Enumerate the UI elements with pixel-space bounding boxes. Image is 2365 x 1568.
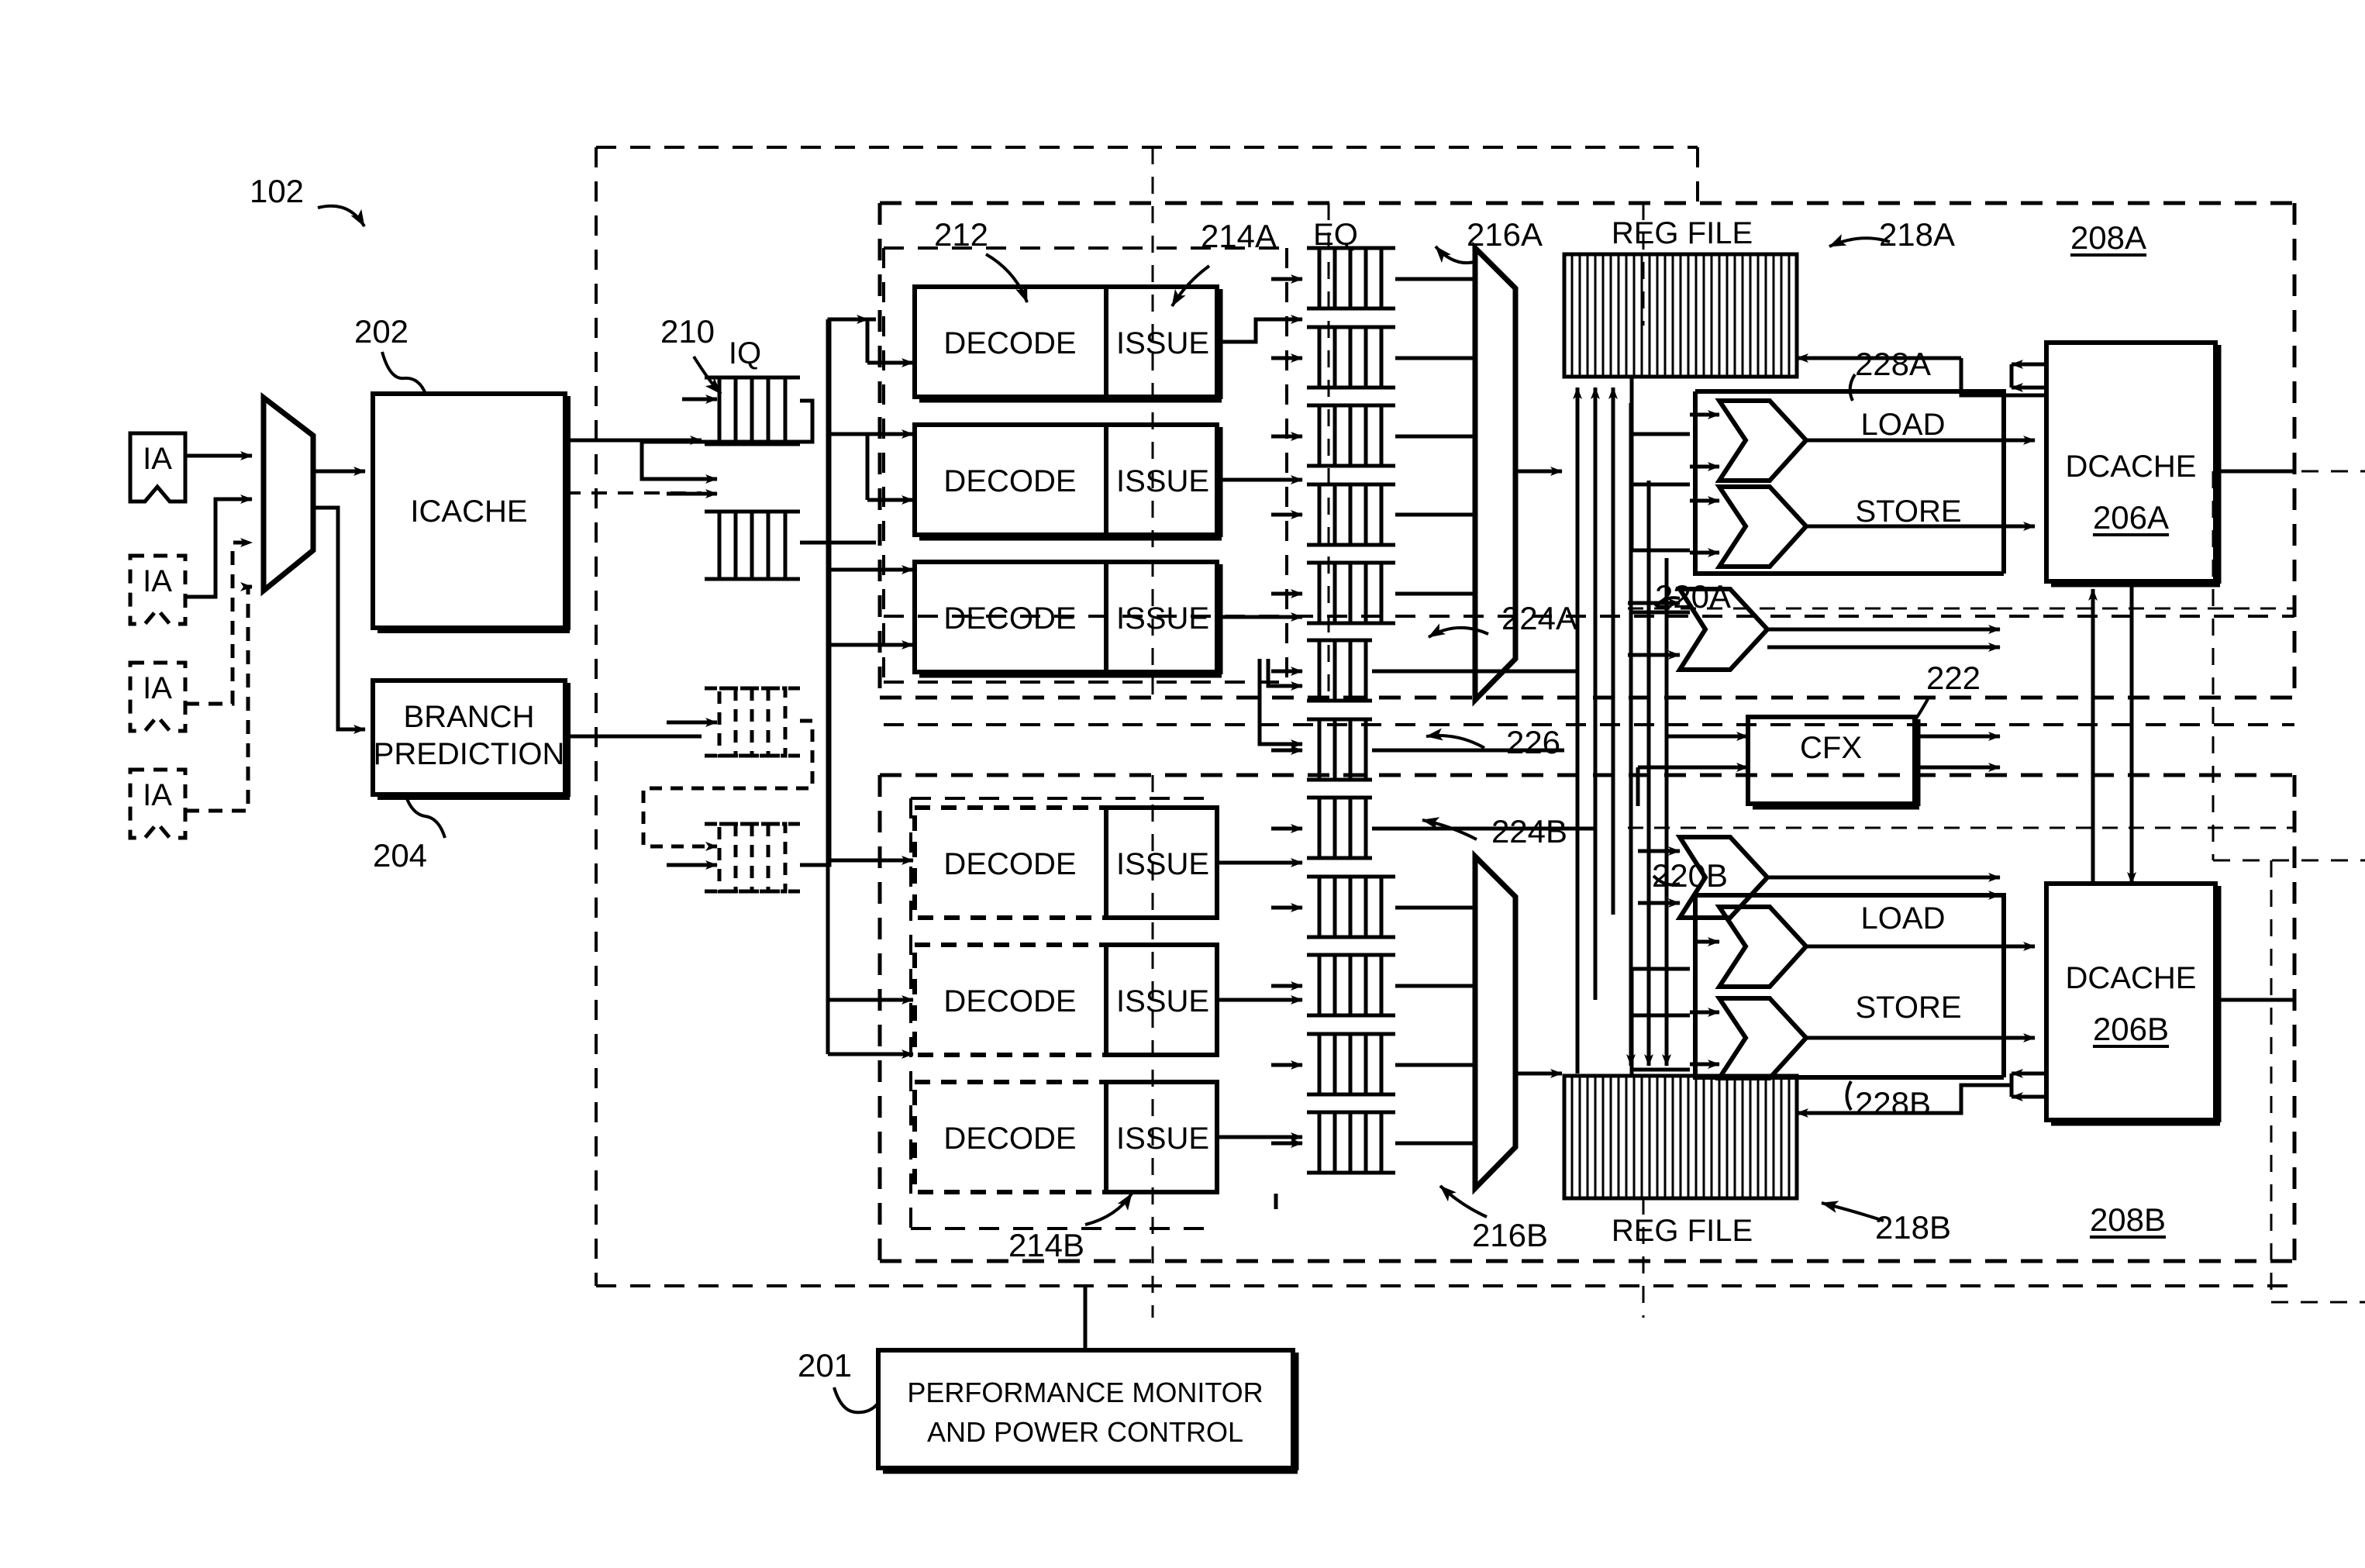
dcache-ref-a: 206A bbox=[2092, 499, 2170, 536]
eq-label: EQ bbox=[1313, 218, 1358, 252]
ref-204: 204 bbox=[372, 837, 428, 874]
load-label-a: LOAD bbox=[1860, 408, 1946, 442]
decode-label-b2: DECODE bbox=[943, 984, 1077, 1018]
issue-label-a3: ISSUE bbox=[1115, 601, 1210, 636]
ref-224A: 224A bbox=[1501, 600, 1578, 636]
patent-figure-canvas: 102 IA IA IA IA 202 ICACHE BRANCH PREDIC… bbox=[0, 0, 2365, 1568]
issue-label-a1: ISSUE bbox=[1115, 326, 1210, 360]
decode-label-b1: DECODE bbox=[943, 847, 1077, 881]
issue-label-a2: ISSUE bbox=[1115, 464, 1210, 498]
ia-label-1: IA bbox=[143, 442, 172, 476]
ref-210: 210 bbox=[660, 313, 715, 350]
branch-prediction-label-line1: BRANCH bbox=[403, 700, 535, 734]
ref-214B: 214B bbox=[1008, 1227, 1085, 1263]
ref-202: 202 bbox=[353, 313, 409, 350]
ref-224B: 224B bbox=[1491, 813, 1568, 849]
decode-label-a1: DECODE bbox=[943, 326, 1077, 360]
ia-label-3: IA bbox=[143, 671, 172, 705]
ref-201: 201 bbox=[797, 1347, 853, 1384]
branch-prediction-label-line2: PREDICTION bbox=[373, 737, 565, 771]
ref-214A: 214A bbox=[1200, 218, 1277, 254]
ref-208A: 208A bbox=[2070, 219, 2147, 256]
dcache-label-b: DCACHE bbox=[2065, 961, 2197, 995]
ref-228B: 228B bbox=[1854, 1085, 1932, 1122]
figure-vector-layer bbox=[128, 146, 2365, 1474]
perfmon-label-line2: AND POWER CONTROL bbox=[926, 1416, 1244, 1448]
ref-218B: 218B bbox=[1874, 1209, 1952, 1246]
ref-216B: 216B bbox=[1471, 1217, 1549, 1253]
decode-label-b3: DECODE bbox=[943, 1122, 1077, 1156]
ia-label-2: IA bbox=[143, 564, 172, 598]
iq-label: IQ bbox=[728, 336, 762, 370]
store-label-b: STORE bbox=[1855, 991, 1962, 1025]
decode-label-a2: DECODE bbox=[943, 464, 1077, 498]
ref-222: 222 bbox=[1925, 660, 1981, 696]
ref-218A: 218A bbox=[1878, 216, 1956, 253]
perfmon-label-line1: PERFORMANCE MONITOR bbox=[907, 1377, 1264, 1408]
ref-228A: 228A bbox=[1854, 346, 1932, 382]
ref-216A: 216A bbox=[1466, 216, 1543, 253]
ref-102: 102 bbox=[249, 173, 305, 209]
reg-file-label-b: REG FILE bbox=[1611, 1214, 1753, 1248]
load-label-b: LOAD bbox=[1860, 901, 1946, 936]
ref-226: 226 bbox=[1505, 724, 1561, 760]
issue-label-b3: ISSUE bbox=[1115, 1122, 1210, 1156]
ref-220A: 220A bbox=[1654, 578, 1732, 615]
dcache-ref-b: 206B bbox=[2092, 1011, 2170, 1047]
decode-label-a3: DECODE bbox=[943, 601, 1077, 636]
store-label-a: STORE bbox=[1855, 495, 1962, 529]
icache-label: ICACHE bbox=[410, 495, 528, 529]
ref-208B: 208B bbox=[2089, 1201, 2167, 1238]
ia-label-4: IA bbox=[143, 778, 172, 812]
dcache-label-a: DCACHE bbox=[2065, 450, 2197, 484]
ref-220B: 220B bbox=[1651, 857, 1729, 894]
ref-212: 212 bbox=[933, 216, 989, 253]
issue-label-b1: ISSUE bbox=[1115, 847, 1210, 881]
cfx-label: CFX bbox=[1800, 731, 1862, 765]
issue-label-b2: ISSUE bbox=[1115, 984, 1210, 1018]
reg-file-label-a: REG FILE bbox=[1611, 216, 1753, 250]
